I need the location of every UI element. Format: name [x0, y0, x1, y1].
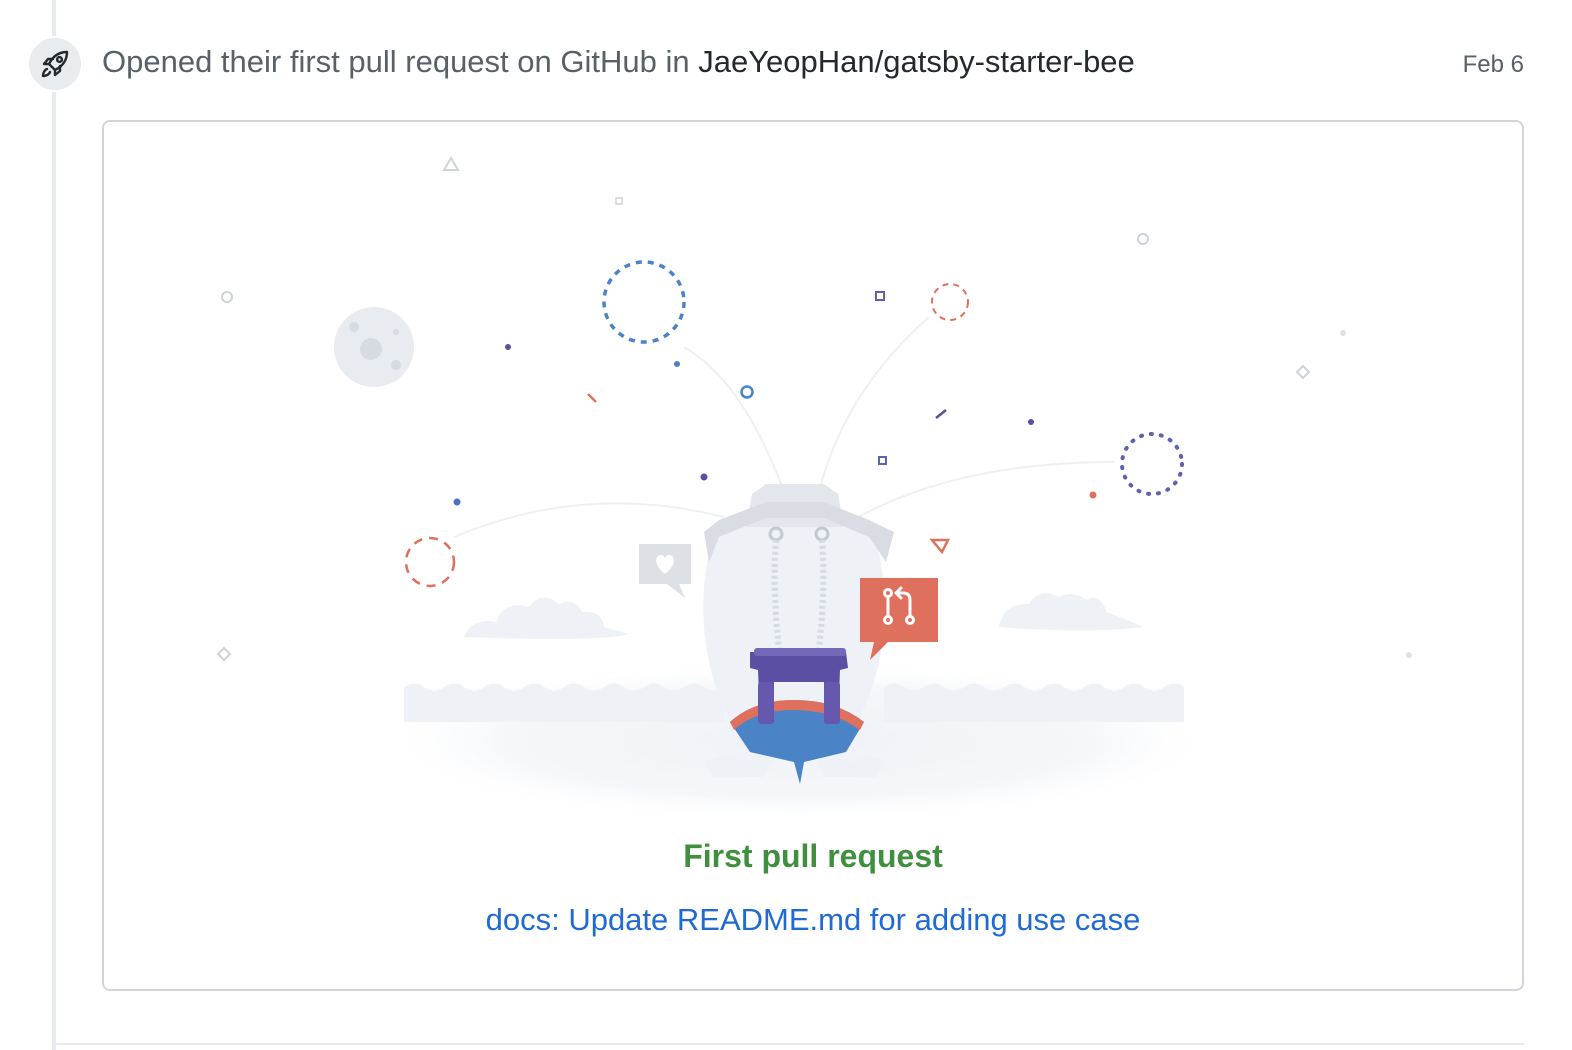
pull-request-link[interactable]: docs: Update README.md for adding use ca… — [104, 900, 1522, 940]
card-title: First pull request — [683, 838, 943, 874]
event-header: Opened their first pull request on GitHu… — [102, 42, 1135, 82]
event-badge — [27, 36, 83, 92]
event-description: Opened their first pull request on GitHu… — [102, 44, 699, 79]
first-pull-request-card: First pull request docs: Update README.m… — [102, 120, 1524, 991]
event-date: Feb 6 — [1462, 51, 1524, 78]
timeline-line — [52, 0, 56, 1050]
bottom-divider — [56, 1043, 1524, 1045]
rocket-icon — [41, 50, 69, 78]
first-pull-request-illustration — [216, 156, 1412, 822]
repo-link[interactable]: JaeYeopHan/gatsby-starter-bee — [698, 44, 1135, 79]
